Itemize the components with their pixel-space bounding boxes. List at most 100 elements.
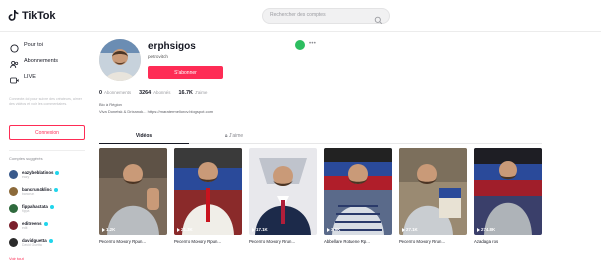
video-caption[interactable]: Ресепто Моногу Rpun...	[99, 239, 167, 244]
play-icon	[252, 227, 255, 232]
login-hint: Connecte-toi pour suivre des créateurs, …	[9, 97, 82, 107]
video-thumbnail[interactable]: 274.8K	[474, 148, 542, 235]
view-count-value: 274.8K	[481, 227, 496, 232]
tab-liked-label: J'aime	[228, 133, 244, 139]
follow-button[interactable]: S'abonner	[148, 66, 223, 79]
verified-icon	[43, 221, 48, 226]
video-thumbnail[interactable]: 17.1K	[249, 148, 317, 235]
video-thumbnail[interactable]: 1.2K	[99, 148, 167, 235]
profile-bio-link[interactable]: Viva Donetsk & Drixanok... https://marat…	[99, 109, 213, 114]
lock-icon: 🔒︎	[224, 133, 228, 139]
tiktok-logo[interactable]: TikTok	[8, 9, 55, 22]
live-icon	[10, 72, 19, 84]
suggested-account[interactable]: fippahactata fippa	[9, 204, 54, 213]
nav-label: Pour toi	[24, 41, 43, 48]
brand-name: TikTok	[22, 9, 56, 22]
nav-for-you[interactable]: Pour toi	[10, 40, 43, 53]
divider	[9, 150, 85, 151]
video-caption[interactable]: Abbellare Rotuene Rp...	[324, 239, 392, 244]
video-caption[interactable]: Ресепто Моногу Rpun...	[174, 239, 242, 244]
tab-videos[interactable]: Vidéos	[99, 133, 189, 139]
account-sub: bancrun	[22, 192, 35, 196]
profile-bio: Bio à Région	[99, 102, 122, 107]
profile-nickname: petrovitch	[148, 54, 168, 59]
avatar	[9, 238, 18, 247]
tiktok-logo-icon	[8, 9, 20, 22]
profile-stats: 0 Abonnements 3264 Abonnés 16.7K J'aime	[99, 90, 207, 96]
stat-number: 3264	[139, 90, 152, 96]
stat-following[interactable]: 0 Abonnements	[99, 90, 131, 96]
profile-username: erphsigos	[148, 41, 196, 52]
video-thumbnail[interactable]: 3.9K	[324, 148, 392, 235]
profile-tabs: Vidéos 🔒︎ J'aime	[99, 130, 542, 144]
search-placeholder: Rechercher des comptes	[270, 12, 326, 18]
stat-label: Abonnements	[104, 90, 132, 95]
search-icon[interactable]	[374, 12, 383, 25]
view-count: 17.1K	[252, 227, 268, 232]
login-button[interactable]: Connexion	[9, 125, 85, 140]
view-count-value: 21.3K	[181, 227, 193, 232]
avatar	[9, 204, 18, 213]
stat-number: 0	[99, 90, 102, 96]
stat-label: Abonnés	[153, 90, 171, 95]
stat-label: J'aime	[194, 90, 208, 95]
video-caption[interactable]: Ресепто Моногу Rrun...	[399, 239, 467, 244]
account-sub: David Guetta	[22, 243, 42, 247]
nav-label: LIVE	[24, 73, 36, 80]
active-tab-indicator	[99, 142, 189, 144]
following-icon	[10, 56, 19, 69]
see-all-link[interactable]: Voir tout	[9, 256, 24, 261]
suggested-account[interactable]: bancrun4klinc bancrun	[9, 187, 58, 196]
tab-liked[interactable]: 🔒︎ J'aime	[189, 133, 279, 139]
nav-live[interactable]: LIVE	[10, 72, 36, 84]
video-card[interactable]: 27.1K Ресепто Моногу Rrun...	[399, 148, 467, 244]
profile-avatar	[99, 39, 141, 81]
view-count-value: 17.1K	[256, 227, 268, 232]
avatar	[9, 221, 18, 230]
video-card[interactable]: 1.2K Ресепто Моногу Rpun...	[99, 148, 167, 244]
play-icon	[402, 227, 405, 232]
play-icon	[477, 227, 480, 232]
stat-likes: 16.7K J'aime	[178, 90, 207, 96]
verified-icon	[53, 187, 58, 192]
video-card[interactable]: 21.3K Ресепто Моногу Rpun...	[174, 148, 242, 244]
verified-icon	[48, 238, 53, 243]
nav-label: Abonnements	[24, 57, 58, 64]
video-thumbnail[interactable]: 27.1K	[399, 148, 467, 235]
video-thumbnail[interactable]: 21.3K	[174, 148, 242, 235]
account-sub: eazy	[22, 175, 30, 179]
play-icon	[177, 227, 180, 232]
verified-icon	[55, 170, 60, 175]
share-icon[interactable]	[295, 40, 305, 50]
video-grid: 1.2K Ресепто Моногу Rpun... 21.3K Ресепт…	[99, 148, 542, 248]
view-count: 274.8K	[477, 227, 495, 232]
view-count-value: 27.1K	[406, 227, 418, 232]
video-caption[interactable]: Azadaga ros	[474, 239, 542, 244]
account-sub: fippa	[22, 209, 30, 213]
view-count: 27.1K	[402, 227, 418, 232]
more-options-icon[interactable]: •••	[309, 41, 316, 47]
video-caption[interactable]: Ресепто Моногу Rrun...	[249, 239, 317, 244]
home-icon	[10, 40, 19, 53]
suggested-accounts-title: Comptes suggérés	[9, 156, 43, 161]
suggested-account[interactable]: eazybeblatinos eazy	[9, 170, 60, 179]
suggested-account[interactable]: editreens edit	[9, 221, 48, 230]
search-input[interactable]: Rechercher des comptes	[262, 8, 390, 25]
avatar	[9, 170, 18, 179]
stat-followers[interactable]: 3264 Abonnés	[139, 90, 170, 96]
video-card[interactable]: 3.9K Abbellare Rotuene Rp...	[324, 148, 392, 244]
play-icon	[327, 227, 330, 232]
view-count-value: 1.2K	[106, 227, 116, 232]
view-count-value: 3.9K	[331, 227, 341, 232]
nav-following[interactable]: Abonnements	[10, 56, 58, 69]
play-icon	[102, 227, 105, 232]
sidebar: Pour toi Abonnements LIVE Connecte-toi p…	[0, 32, 90, 261]
view-count: 3.9K	[327, 227, 340, 232]
video-card[interactable]: 274.8K Azadaga ros	[474, 148, 542, 244]
verified-icon	[49, 204, 54, 209]
suggested-account[interactable]: davidguetta David Guetta	[9, 238, 53, 247]
view-count: 21.3K	[177, 227, 193, 232]
video-card[interactable]: 17.1K Ресепто Моногу Rrun...	[249, 148, 317, 244]
account-sub: edit	[22, 226, 28, 230]
top-header: TikTok Rechercher des comptes	[0, 0, 601, 32]
